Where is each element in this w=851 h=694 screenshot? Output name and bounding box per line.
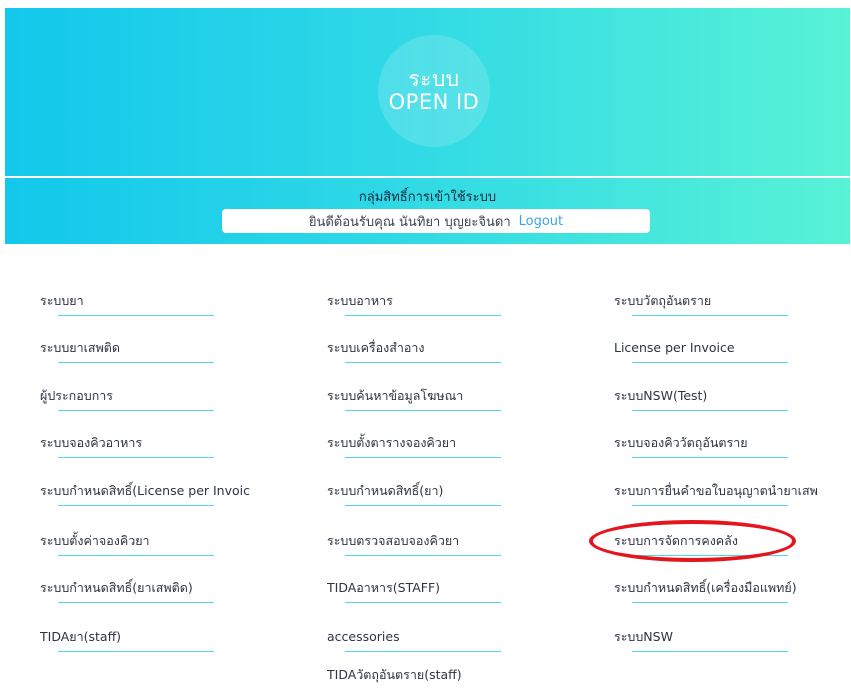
menu-item-license-permission[interactable]: ระบบกำหนดสิทธิ์(License per Invoice) [40, 480, 250, 510]
menu-underline [345, 651, 501, 652]
menu-item-accessories[interactable]: accessories [327, 626, 557, 656]
menu-underline [58, 362, 214, 363]
menu-label: TIDAอาหาร(STAFF) [327, 580, 441, 595]
menu-item-nsw[interactable]: ระบบNSW [614, 626, 844, 656]
menu-item-drug-queue-settings[interactable]: ระบบตั้งค่าจองคิวยา [40, 530, 250, 560]
menu-item-tida-food[interactable]: TIDAอาหาร(STAFF) [327, 577, 557, 607]
menu-underline [345, 505, 501, 506]
menu-label: TIDAยา(staff) [40, 629, 122, 644]
menu-underline [58, 505, 214, 506]
logo-line-2: OPEN ID [388, 90, 480, 114]
logout-link[interactable]: Logout [519, 214, 564, 229]
menu-item-food-queue[interactable]: ระบบจองคิวอาหาร [40, 432, 250, 462]
menu-label: ระบบตรวจสอบจองคิวยา [327, 533, 460, 548]
menu-item-narcotic-import-license[interactable]: ระบบการยื่นคำขอใบอนุญาตนำยาเสพ [614, 480, 844, 510]
menu-underline [632, 602, 788, 603]
menu-item-narcotic-permission[interactable]: ระบบกำหนดสิทธิ์(ยาเสพติด) [40, 577, 250, 607]
menu-item-drug-queue-schedule[interactable]: ระบบตั้งตารางจองคิวยา [327, 432, 557, 462]
menu-underline [58, 602, 214, 603]
menu-label: ระบบยา [40, 293, 84, 308]
menu-underline [632, 505, 788, 506]
menu-item-medical-device-permission[interactable]: ระบบกำหนดสิทธิ์(เครื่องมือแพทย์) [614, 577, 844, 607]
menu-label: ระบบค้นหาข้อมูลโฆษณา [327, 388, 464, 403]
menu-underline [345, 555, 501, 556]
menu-label: ระบบกำหนดสิทธิ์(เครื่องมือแพทย์) [614, 580, 797, 595]
menu-label: ระบบNSW(Test) [614, 388, 708, 403]
menu-underline [345, 362, 501, 363]
menu-item-narcotic[interactable]: ระบบยาเสพติด [40, 337, 250, 367]
menu-label: ระบบกำหนดสิทธิ์(License per Invoice) [40, 483, 250, 498]
menu-underline [58, 315, 214, 316]
menu-underline [345, 410, 501, 411]
menu-underline [632, 410, 788, 411]
menu-label: ระบบจองคิววัตถุอันตราย [614, 435, 748, 450]
group-title: กลุ่มสิทธิ์การเข้าใช้ระบบ [358, 190, 497, 205]
menu-underline [58, 410, 214, 411]
welcome-text: ยินดีต้อนรับคุณ นันทิยา บุญยะจินดา [308, 214, 511, 230]
menu-item-tida-drug[interactable]: TIDAยา(staff) [40, 626, 250, 656]
logo-text: ระบบ OPEN ID [378, 35, 490, 147]
menu-underline [345, 602, 501, 603]
menu-item-hazardous[interactable]: ระบบวัตถุอันตราย [614, 290, 844, 320]
menu-underline [58, 555, 214, 556]
menu-item-food[interactable]: ระบบอาหาร [327, 290, 557, 320]
header-banner: ระบบ OPEN ID กลุ่มสิทธิ์การเข้าใช้ระบบ ย… [5, 8, 850, 244]
menu-item-drug-permission[interactable]: ระบบกำหนดสิทธิ์(ยา) [327, 480, 557, 510]
menu-item-drug-queue-check[interactable]: ระบบตรวจสอบจองคิวยา [327, 530, 557, 560]
logo-line-1: ระบบ [408, 67, 460, 91]
menu-item-ad-search[interactable]: ระบบค้นหาข้อมูลโฆษณา [327, 385, 557, 415]
menu-item-cosmetics[interactable]: ระบบเครื่องสำอาง [327, 337, 557, 367]
menu-underline [632, 315, 788, 316]
menu-label: ระบบตั้งตารางจองคิวยา [327, 435, 457, 450]
menu-label: TIDAวัตถุอันตราย(staff) [327, 667, 462, 682]
menu-item-inventory-management[interactable]: ระบบการจัดการคงคลัง [614, 530, 844, 560]
menu-underline [345, 315, 501, 316]
menu-label: ระบบยาเสพติด [40, 340, 121, 355]
banner-divider [5, 176, 850, 178]
menu-item-license-per-invoice[interactable]: License per Invoice [614, 337, 844, 367]
menu-underline [632, 362, 788, 363]
menu-label: ระบบตั้งค่าจองคิวยา [40, 533, 150, 548]
menu-underline [58, 457, 214, 458]
welcome-bar: ยินดีต้อนรับคุณ นันทิยา บุญยะจินดา Logou… [222, 209, 650, 233]
menu-label: ระบบวัตถุอันตราย [614, 293, 712, 308]
menu-label: ระบบNSW [614, 629, 673, 644]
menu-label: accessories [327, 629, 400, 644]
menu-label: ระบบกำหนดสิทธิ์(ยาเสพติด) [40, 580, 193, 595]
menu-underline [345, 457, 501, 458]
menu-underline [58, 651, 214, 652]
menu-label: ระบบการยื่นคำขอใบอนุญาตนำยาเสพ [614, 483, 818, 498]
menu-label: ระบบอาหาร [327, 293, 393, 308]
menu-item-hazardous-queue[interactable]: ระบบจองคิววัตถุอันตราย [614, 432, 844, 462]
menu-item-tida-hazardous[interactable]: TIDAวัตถุอันตราย(staff) [327, 664, 557, 694]
menu-underline [632, 555, 788, 556]
menu-label: ระบบเครื่องสำอาง [327, 340, 425, 355]
menu-underline [632, 457, 788, 458]
menu-item-nsw-test[interactable]: ระบบNSW(Test) [614, 385, 844, 415]
menu-label: ระบบจองคิวอาหาร [40, 435, 143, 450]
menu-label: License per Invoice [614, 340, 735, 355]
open-id-logo: ระบบ OPEN ID [378, 35, 490, 147]
menu-label: ระบบกำหนดสิทธิ์(ยา) [327, 483, 444, 498]
banner-top: ระบบ OPEN ID [5, 8, 850, 172]
menu-underline [632, 651, 788, 652]
menu-item-operator[interactable]: ผู้ประกอบการ [40, 385, 250, 415]
menu-label: ผู้ประกอบการ [40, 388, 113, 403]
menu-item-drug[interactable]: ระบบยา [40, 290, 250, 320]
menu-label: ระบบการจัดการคงคลัง [614, 533, 738, 548]
